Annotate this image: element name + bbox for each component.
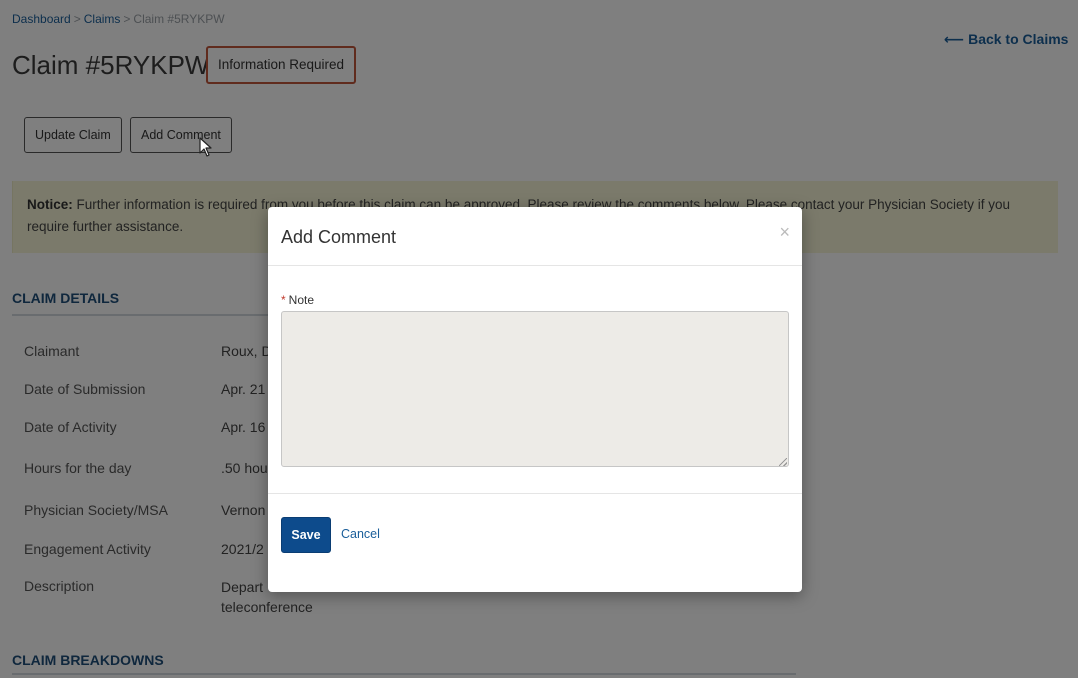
resize-handle-icon[interactable]: [779, 458, 787, 466]
cancel-link[interactable]: Cancel: [341, 527, 380, 541]
note-label-text: Note: [288, 293, 315, 307]
modal-footer-divider: [268, 493, 802, 494]
mouse-pointer-icon: [199, 137, 212, 157]
add-comment-modal: Add Comment × * Note Save Cancel: [268, 207, 802, 592]
modal-title: Add Comment: [281, 227, 397, 247]
close-icon[interactable]: ×: [779, 222, 790, 243]
save-button[interactable]: Save: [281, 517, 331, 553]
note-textarea[interactable]: [281, 311, 789, 467]
note-label: * Note: [281, 293, 314, 307]
modal-header-divider: [268, 265, 802, 266]
required-marker: *: [281, 293, 286, 307]
